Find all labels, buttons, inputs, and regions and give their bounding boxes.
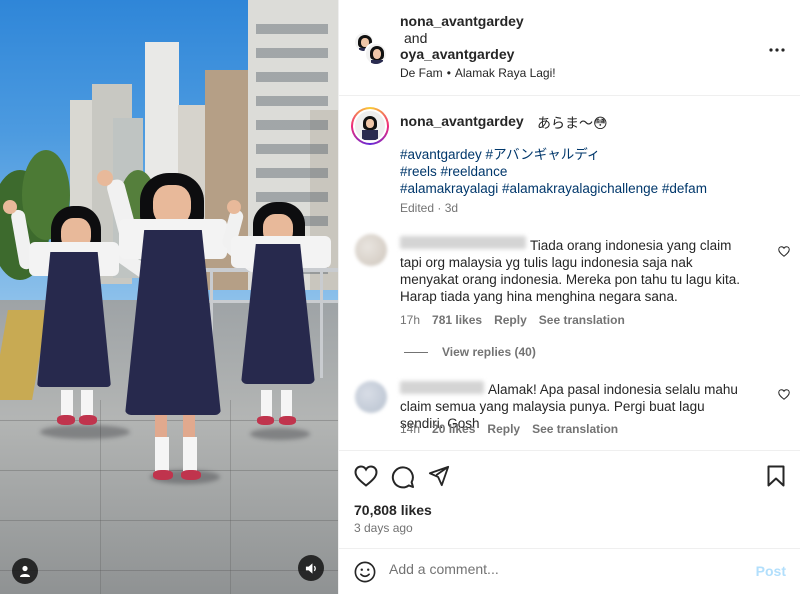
audio-title-link[interactable]: Alamak Raya Lagi! [455, 66, 556, 80]
emoji-icon[interactable] [354, 561, 376, 583]
post-details-panel: nona_avantgardey and oya_avantgardey De … [338, 0, 800, 594]
audio-artist-link[interactable]: De Fam [400, 66, 443, 80]
reel-video[interactable] [0, 0, 338, 594]
comment-time: 14h [400, 422, 421, 436]
comment-meta: 14h 20 likes Reply See translation [400, 422, 618, 436]
avatar-ring-inner [353, 109, 387, 143]
tile-line [0, 520, 338, 521]
reply-divider-line [404, 351, 428, 353]
dancer-center [95, 165, 266, 485]
comment-reply-button[interactable]: Reply [487, 422, 520, 436]
comment-likes[interactable]: 20 likes [432, 422, 475, 436]
share-icon[interactable] [428, 465, 450, 487]
audio-separator: • [446, 66, 451, 80]
post-modal: nona_avantgardey and oya_avantgardey De … [0, 0, 800, 594]
hashtag-line[interactable]: #reels #reeldance [400, 163, 707, 180]
view-replies-button[interactable]: View replies (40) [404, 345, 536, 359]
caption-edited-time: Edited · 3d [400, 201, 459, 215]
caption-author-avatar[interactable] [351, 107, 389, 145]
comment-text: Tiada orang indonesia yang claim tapi or… [400, 238, 740, 304]
heart-icon[interactable] [778, 389, 790, 400]
audio-toggle-button[interactable] [298, 555, 324, 581]
action-bar [339, 450, 800, 500]
view-replies-label: View replies (40) [442, 345, 536, 359]
caption-text: あらま〜😳 [537, 115, 608, 131]
hashtag-line[interactable]: #avantgardey #アバンギャルディ [400, 146, 707, 163]
add-comment-bar: Post [339, 548, 800, 594]
heart-icon[interactable] [354, 465, 378, 487]
post-header: nona_avantgardey and oya_avantgardey De … [339, 0, 800, 96]
likes-count[interactable]: 70,808 likes [354, 502, 432, 518]
audio-attribution: De Fam • Alamak Raya Lagi! [400, 66, 556, 80]
commenter-avatar[interactable] [355, 234, 387, 266]
more-options-button[interactable] [769, 38, 785, 54]
comment-input[interactable] [389, 561, 749, 577]
hashtag-line[interactable]: #alamakrayalagi #alamakrayalagichallenge… [400, 180, 707, 197]
heart-icon[interactable] [778, 246, 790, 257]
caption-username[interactable]: nona_avantgardey [400, 113, 524, 129]
post-comment-button[interactable]: Post [756, 563, 786, 579]
comment-likes[interactable]: 781 likes [432, 313, 482, 327]
avatar [355, 111, 385, 141]
collab-avatars[interactable] [353, 31, 388, 66]
user-icon [20, 565, 30, 577]
owner-username-2[interactable]: oya_avantgardey [400, 46, 514, 62]
comment-icon[interactable] [391, 465, 415, 489]
bookmark-icon[interactable] [767, 465, 785, 487]
collab-connector: and [404, 30, 428, 46]
post-time: 3 days ago [354, 521, 413, 535]
see-translation-button[interactable]: See translation [539, 313, 625, 327]
dancer-right [220, 200, 338, 440]
caption-hashtags: #avantgardey #アバンギャルディ #reels #reeldance… [400, 146, 707, 197]
owner-username-1[interactable]: nona_avantgardey [400, 13, 524, 29]
speaker-icon [305, 562, 316, 574]
avatar [364, 42, 388, 66]
comment-meta: 17h 781 likes Reply See translation [400, 313, 625, 327]
comment-time: 17h [400, 313, 421, 327]
see-translation-button[interactable]: See translation [532, 422, 618, 436]
comment-reply-button[interactable]: Reply [494, 313, 527, 327]
more-horizontal-icon [769, 48, 785, 52]
tagged-users-button[interactable] [12, 558, 38, 584]
commenter-avatar[interactable] [355, 381, 387, 413]
tile-line [0, 570, 338, 571]
